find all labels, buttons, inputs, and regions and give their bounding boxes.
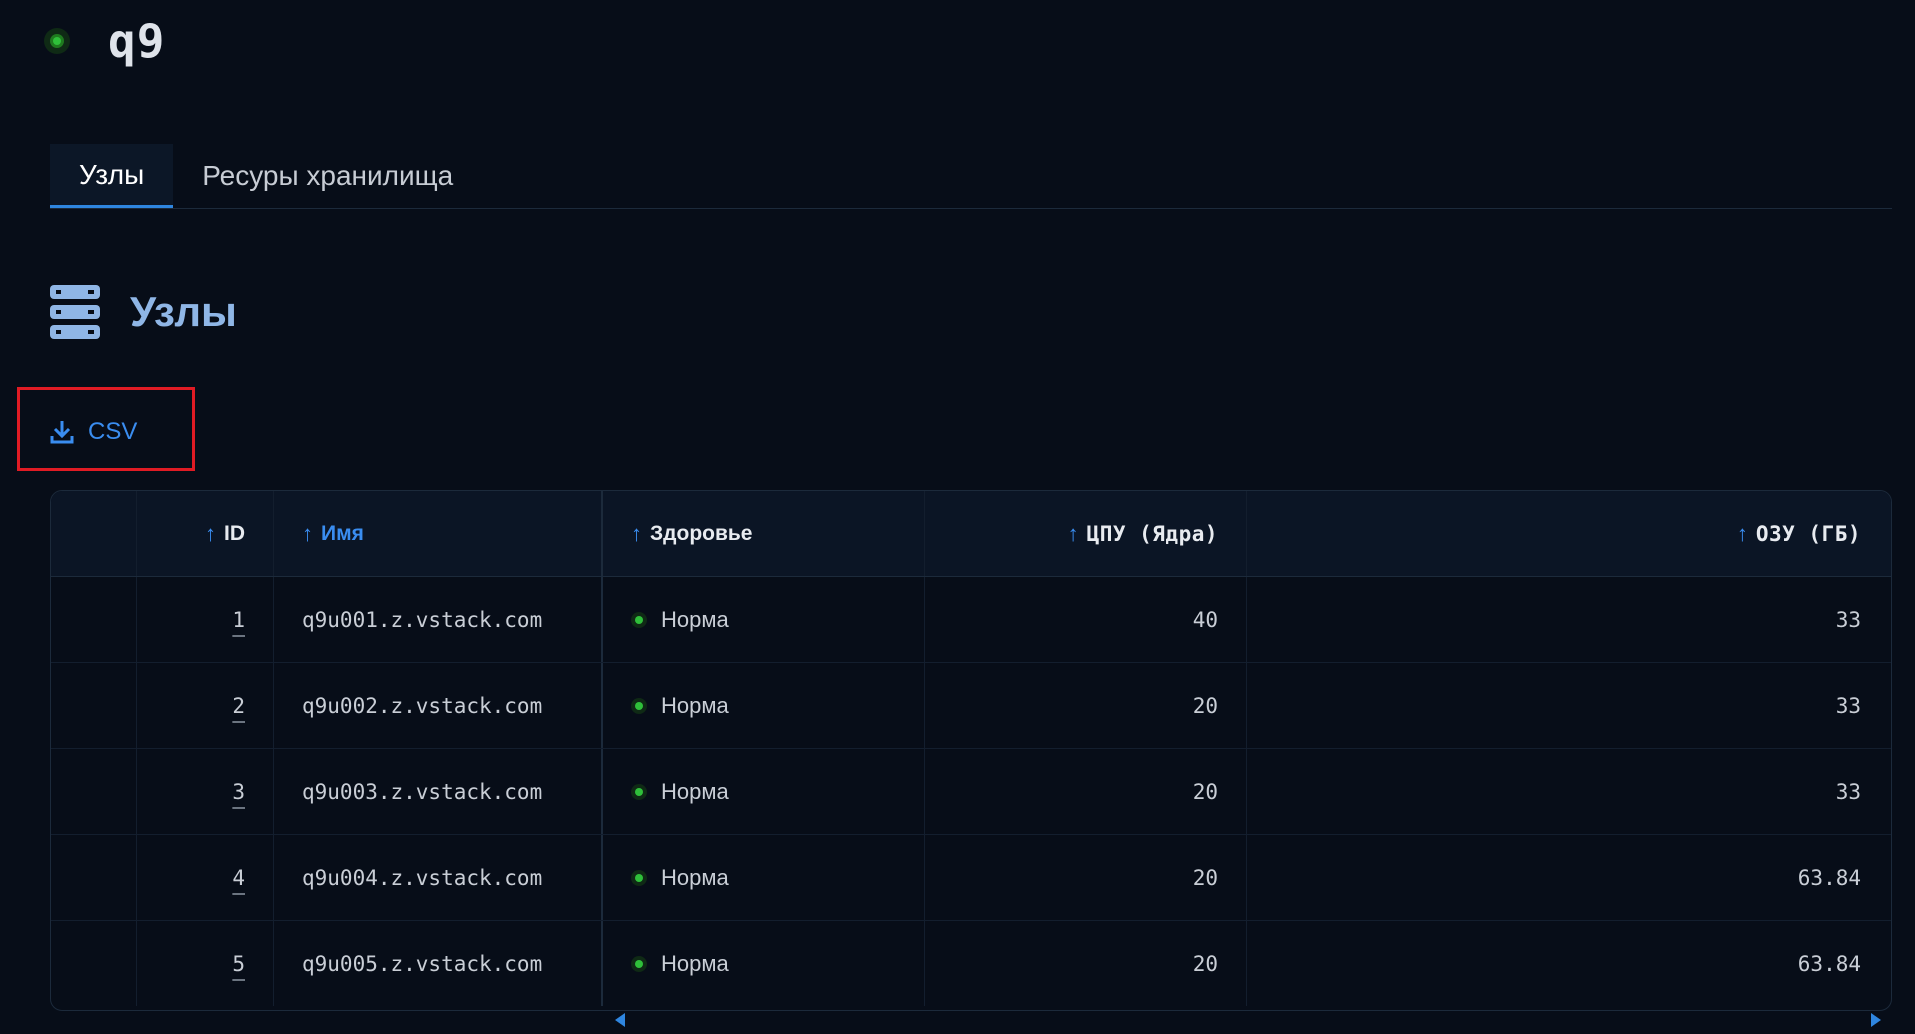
tab-bar: Узлы Ресуры хранилища [50,144,1892,209]
tab-label: Узлы [79,158,145,190]
health-ok-dot [635,873,643,882]
health-label: Норма [661,692,729,718]
node-id-link[interactable]: 1 [232,608,245,632]
row-select-cell[interactable] [51,921,137,1006]
sort-arrow-icon: ↑ [205,520,216,546]
health-label: Норма [661,606,729,632]
health-ok-dot [635,615,643,624]
ram-gb: 33 [1835,693,1861,718]
health-status: Норма [631,779,729,805]
column-label: ЦПУ (Ядра) [1086,521,1218,546]
column-header-ram[interactable]: ↑ ОЗУ (ГБ) [1247,491,1891,576]
tab-storage-resources[interactable]: Ресуры хранилища [173,144,482,208]
table-row[interactable]: 4 q9u004.z.vstack.com Норма 20 63.84 [51,835,1891,921]
ram-gb: 33 [1835,779,1861,804]
column-header-name[interactable]: ↑ Имя [274,491,603,576]
health-label: Норма [661,778,729,804]
node-name: q9u004.z.vstack.com [274,835,603,920]
select-column-header [51,491,137,576]
table-header-row: ↑ ID ↑ Имя ↑ Здоровье ↑ ЦПУ (Ядра) ↑ ОЗУ… [51,491,1891,577]
sort-arrow-icon: ↑ [1736,520,1748,546]
sort-arrow-icon: ↑ [302,520,313,546]
column-label: ID [224,521,245,545]
section-title: Узлы [130,288,237,335]
section-header: Узлы [50,285,237,339]
column-header-cpu[interactable]: ↑ ЦПУ (Ядра) [925,491,1247,576]
node-id-link[interactable]: 3 [232,780,245,804]
column-label: Имя [321,521,364,545]
sort-arrow-icon: ↑ [631,520,642,546]
health-status: Норма [631,951,729,977]
table-row[interactable]: 1 q9u001.z.vstack.com Норма 40 33 [51,577,1891,663]
health-ok-dot [635,701,643,710]
health-status: Норма [631,607,729,633]
health-label: Норма [661,950,729,976]
csv-highlight-box: CSV [17,387,195,471]
cluster-header: q9 [50,14,165,68]
cpu-cores: 20 [925,749,1247,834]
nodes-table: ↑ ID ↑ Имя ↑ Здоровье ↑ ЦПУ (Ядра) ↑ ОЗУ… [50,490,1892,1011]
node-id-link[interactable]: 5 [232,952,245,976]
node-id-link[interactable]: 2 [232,694,245,718]
tab-nodes[interactable]: Узлы [50,144,174,208]
row-select-cell[interactable] [51,577,137,662]
scroll-left-arrow-icon[interactable] [615,1013,625,1027]
cpu-cores: 20 [925,921,1247,1006]
node-id-link[interactable]: 4 [232,866,245,890]
health-ok-dot [635,959,643,968]
health-label: Норма [661,864,729,890]
node-name: q9u001.z.vstack.com [274,577,603,662]
server-icon [50,285,100,339]
cpu-cores: 20 [925,835,1247,920]
row-select-cell[interactable] [51,663,137,748]
table-row[interactable]: 2 q9u002.z.vstack.com Норма 20 33 [51,663,1891,749]
column-label: ОЗУ (ГБ) [1755,521,1861,546]
cpu-cores: 20 [925,663,1247,748]
column-label: Здоровье [650,521,753,545]
cluster-title: q9 [108,14,166,68]
download-icon [50,421,74,444]
row-select-cell[interactable] [51,835,137,920]
cpu-cores: 40 [925,577,1247,662]
node-name: q9u003.z.vstack.com [274,749,603,834]
cluster-status-dot [50,34,64,48]
scroll-right-arrow-icon[interactable] [1871,1013,1881,1027]
ram-gb: 63.84 [1797,865,1861,890]
page: q9 Узлы Ресуры хранилища Узлы CSV ↑ ID ↑… [0,0,1915,1034]
csv-label: CSV [88,418,138,445]
column-header-health[interactable]: ↑ Здоровье [603,491,925,576]
table-row[interactable]: 3 q9u003.z.vstack.com Норма 20 33 [51,749,1891,835]
node-name: q9u005.z.vstack.com [274,921,603,1006]
row-select-cell[interactable] [51,749,137,834]
sort-arrow-icon: ↑ [1067,520,1079,546]
ram-gb: 63.84 [1797,951,1861,976]
node-name: q9u002.z.vstack.com [274,663,603,748]
tab-label: Ресуры хранилища [202,160,454,191]
csv-export-button[interactable]: CSV [50,418,137,446]
column-header-id[interactable]: ↑ ID [137,491,274,576]
health-ok-dot [635,787,643,796]
table-row[interactable]: 5 q9u005.z.vstack.com Норма 20 63.84 [51,921,1891,1006]
ram-gb: 33 [1835,607,1861,632]
health-status: Норма [631,865,729,891]
health-status: Норма [631,693,729,719]
